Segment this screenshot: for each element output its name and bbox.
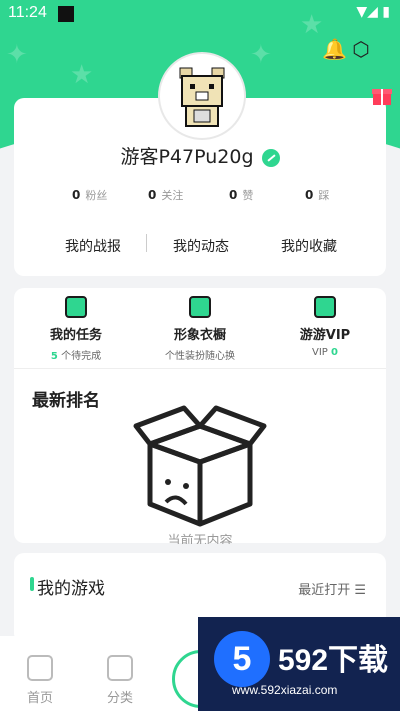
empty-box-icon: [130, 404, 270, 534]
edit-profile-icon[interactable]: [261, 148, 280, 167]
watermark: 5 592下载 www.592xiazai.com: [198, 617, 400, 711]
notification-icon: [58, 6, 74, 22]
task-icon: [65, 296, 87, 318]
vip-icon: [314, 296, 336, 318]
home-icon: [27, 655, 53, 681]
settings-gear-icon[interactable]: ⬡: [350, 38, 372, 60]
section-accent: [30, 577, 34, 591]
signal-battery-icon: ▼◢ ▮: [356, 4, 390, 20]
stat-dislikes[interactable]: 0踩: [305, 187, 329, 203]
wardrobe-icon: [189, 296, 211, 318]
notification-bell-icon[interactable]: 🔔: [322, 38, 347, 60]
username: 游客P47Pu20g: [0, 142, 400, 169]
empty-text: 当前无内容: [167, 534, 233, 544]
divider: [14, 368, 386, 369]
username-text: 游客P47Pu20g: [120, 146, 254, 168]
my-battle-report-link[interactable]: 我的战报: [65, 236, 121, 256]
gamepad-icon: [107, 655, 133, 681]
sort-icon: ☰: [354, 583, 366, 598]
watermark-brand: 592下载: [278, 644, 389, 677]
status-bar: 11:24 ▼◢ ▮: [0, 0, 400, 28]
divider: [146, 234, 147, 252]
gift-icon[interactable]: [371, 84, 393, 106]
stat-fans[interactable]: 0 粉丝: [72, 187, 107, 203]
watermark-url: www.592xiazai.com: [232, 683, 338, 697]
status-time: 11:24: [8, 4, 47, 21]
sort-recently-opened[interactable]: 最近打开 ☰: [298, 579, 366, 598]
feature-wardrobe[interactable]: 形象衣橱 个性装扮随心换: [145, 296, 255, 362]
tab-home[interactable]: 首页: [10, 655, 70, 706]
feature-my-tasks[interactable]: 我的任务 5 个待完成: [21, 296, 131, 362]
feature-vip[interactable]: 游游VIP VIP 0: [270, 296, 380, 358]
tab-category[interactable]: 分类: [90, 655, 150, 706]
stat-follow[interactable]: 0 关注: [148, 187, 183, 203]
stat-likes[interactable]: 0赞: [229, 187, 253, 203]
my-activity-link[interactable]: 我的动态: [173, 236, 229, 256]
my-favorites-link[interactable]: 我的收藏: [281, 236, 337, 256]
watermark-number: 5: [214, 631, 270, 687]
avatar[interactable]: [158, 52, 246, 140]
ranking-title: 最新排名: [32, 391, 100, 411]
my-games-title: 我的游戏: [37, 579, 105, 599]
